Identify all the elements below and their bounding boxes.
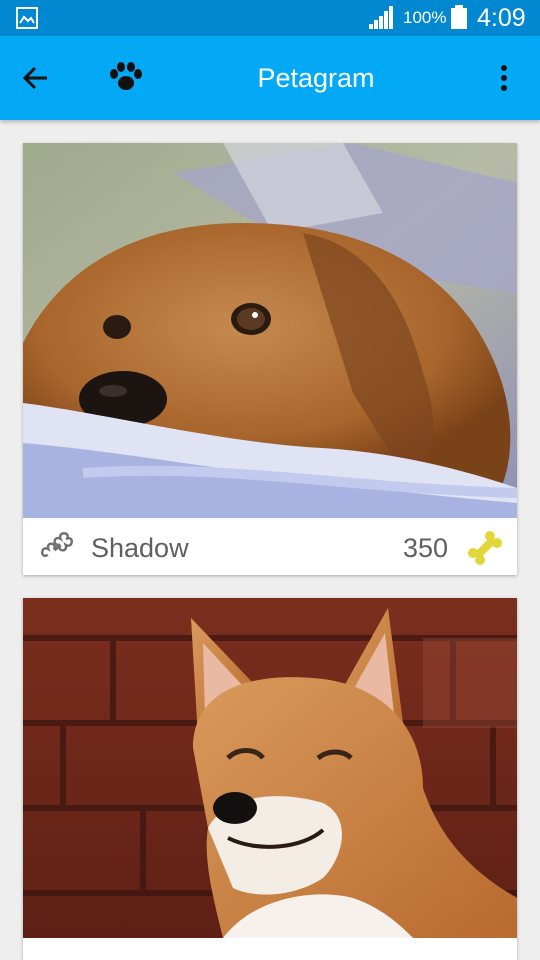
signal-icon [369, 6, 395, 35]
battery-icon [451, 5, 467, 34]
bone-outline-icon[interactable] [37, 530, 77, 569]
battery-percent: 100% [403, 8, 447, 27]
app-bar: Petagram [0, 36, 540, 120]
gallery-icon [16, 7, 38, 34]
pet-card[interactable] [23, 598, 517, 960]
like-count: 350 [402, 533, 448, 563]
pet-photo [23, 143, 517, 518]
bone-like-icon[interactable] [465, 530, 505, 571]
pet-card[interactable]: Shadow 350 [23, 143, 517, 575]
status-bar: 100% 4:09 [0, 0, 540, 36]
pet-photo [23, 598, 517, 938]
more-vert-icon[interactable] [497, 64, 511, 97]
pet-name: Shadow [91, 533, 189, 563]
app-title: Petagram [257, 63, 375, 93]
pet-card-footer: Shadow 350 [23, 518, 517, 575]
clock: 4:09 [477, 4, 526, 32]
